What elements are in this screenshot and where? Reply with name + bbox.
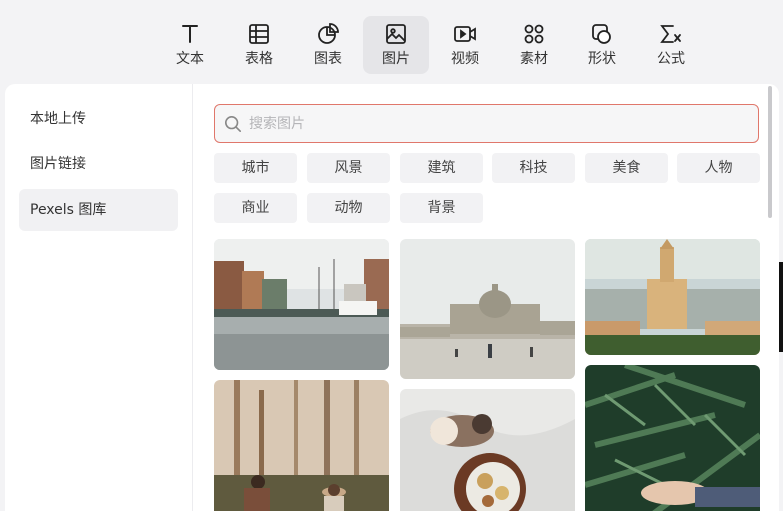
tool-label: 素材 bbox=[520, 51, 548, 67]
material-icon bbox=[524, 24, 544, 44]
formula-icon bbox=[660, 25, 681, 43]
fern-leaves-photo[interactable] bbox=[585, 365, 760, 511]
sidebar-item-pexels[interactable]: Pexels 图库 bbox=[19, 189, 178, 231]
tag-city[interactable]: 城市 bbox=[214, 153, 297, 183]
panel-scrollbar[interactable] bbox=[768, 86, 772, 218]
tag-scenery[interactable]: 风景 bbox=[307, 153, 390, 183]
tag-technology[interactable]: 科技 bbox=[492, 153, 575, 183]
video-icon bbox=[454, 26, 476, 42]
tool-video[interactable]: 视频 bbox=[432, 16, 498, 74]
tool-label: 文本 bbox=[176, 51, 204, 67]
table-icon bbox=[249, 24, 269, 44]
tag-background[interactable]: 背景 bbox=[400, 193, 483, 223]
church-tower-photo[interactable] bbox=[585, 239, 760, 355]
tool-shape[interactable]: 形状 bbox=[569, 16, 635, 74]
tool-label: 形状 bbox=[588, 51, 616, 67]
tag-animals[interactable]: 动物 bbox=[307, 193, 390, 223]
image-panel: 本地上传 图片链接 Pexels 图库 城市 风景 建筑 科技 美食 人物 商业… bbox=[5, 84, 779, 511]
canal-city-photo[interactable] bbox=[214, 239, 389, 370]
cathedral-square-photo[interactable] bbox=[400, 239, 575, 379]
tool-label: 视频 bbox=[451, 51, 479, 67]
tool-label: 图表 bbox=[314, 51, 342, 67]
tool-table[interactable]: 表格 bbox=[226, 16, 292, 74]
cat-breakfast-photo[interactable] bbox=[400, 389, 575, 511]
chart-icon bbox=[318, 23, 339, 44]
top-toolbar: 文本 表格 图表 图片 视频 素材 形状 公式 bbox=[0, 0, 783, 82]
tool-text[interactable]: 文本 bbox=[157, 16, 223, 74]
tag-food[interactable]: 美食 bbox=[585, 153, 668, 183]
sidebar-item-image-link[interactable]: 图片链接 bbox=[19, 143, 178, 185]
tag-people[interactable]: 人物 bbox=[677, 153, 760, 183]
search-icon bbox=[224, 115, 242, 133]
tag-architecture[interactable]: 建筑 bbox=[400, 153, 483, 183]
tool-formula[interactable]: 公式 bbox=[638, 16, 704, 74]
tool-chart[interactable]: 图表 bbox=[295, 16, 361, 74]
sidebar-item-local-upload[interactable]: 本地上传 bbox=[19, 98, 178, 140]
edge-handle bbox=[779, 262, 783, 352]
tool-label: 图片 bbox=[382, 51, 410, 67]
search-box bbox=[214, 104, 759, 143]
text-icon bbox=[182, 25, 198, 43]
shape-icon bbox=[592, 24, 611, 44]
tool-label: 公式 bbox=[657, 51, 685, 67]
tool-image[interactable]: 图片 bbox=[363, 16, 429, 74]
image-source-sidebar: 本地上传 图片链接 Pexels 图库 bbox=[5, 84, 193, 511]
image-icon bbox=[386, 24, 406, 44]
tool-material[interactable]: 素材 bbox=[501, 16, 567, 74]
tool-label: 表格 bbox=[245, 51, 273, 67]
tag-business[interactable]: 商业 bbox=[214, 193, 297, 223]
search-input[interactable] bbox=[249, 105, 749, 142]
forest-people-photo[interactable] bbox=[214, 380, 389, 511]
